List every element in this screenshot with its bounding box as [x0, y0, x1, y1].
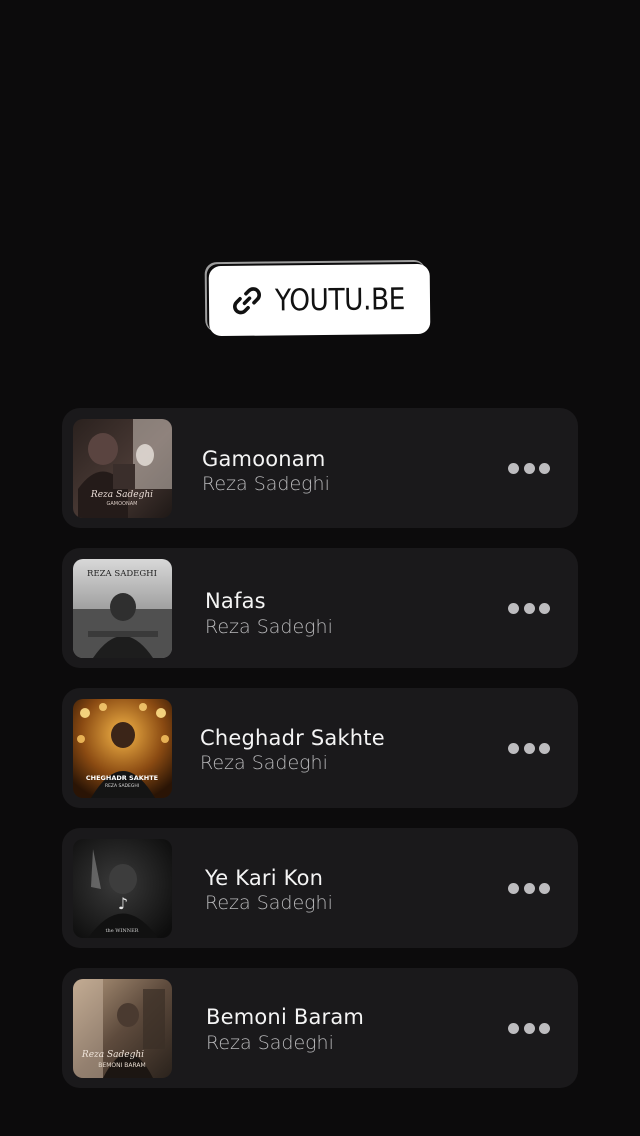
svg-text:♪: ♪: [118, 894, 128, 913]
album-cover: ♪ the WINNER: [73, 839, 172, 938]
track-artist: Reza Sadeghi: [205, 892, 333, 914]
more-dot: [523, 1022, 535, 1034]
album-cover: Reza Sadeghi BEMONI BARAM: [73, 979, 172, 1078]
more-dot: [523, 882, 535, 894]
track-title: Cheghadr Sakhte: [200, 726, 385, 750]
link-text: YOUTU.BE: [274, 281, 406, 318]
cover-text: CHEGHADR SAKHTE: [86, 774, 158, 782]
more-options-button[interactable]: [508, 736, 550, 760]
track-card-gamoonam[interactable]: Reza Sadeghi GAMOONAM Gamoonam Reza Sade…: [62, 408, 578, 528]
track-card-cheghadr-sakhte[interactable]: CHEGHADR SAKHTE REZA SADEGHI Cheghadr Sa…: [62, 688, 578, 808]
more-dot: [523, 742, 535, 754]
more-horizontal-icon: [508, 462, 519, 474]
track-title: Gamoonam: [202, 447, 326, 471]
more-dot: [539, 602, 550, 614]
track-card-bemoni-baram[interactable]: Reza Sadeghi BEMONI BARAM Bemoni Baram R…: [62, 968, 578, 1088]
track-artist: Reza Sadeghi: [202, 473, 330, 495]
track-artist: Reza Sadeghi: [205, 616, 333, 638]
more-options-button[interactable]: [508, 876, 550, 900]
more-dot: [539, 742, 550, 754]
more-horizontal-icon: [508, 882, 519, 894]
album-cover: REZA SADEGHI: [73, 559, 172, 658]
album-cover: Reza Sadeghi GAMOONAM: [73, 419, 172, 518]
track-card-nafas[interactable]: REZA SADEGHI Nafas Reza Sadeghi: [62, 548, 578, 668]
more-dot: [523, 602, 535, 614]
more-horizontal-icon: [508, 742, 519, 754]
link-icon: [229, 283, 265, 319]
cover-text: the WINNER: [105, 928, 138, 934]
track-title: Ye Kari Kon: [205, 866, 324, 890]
cover-text: REZA SADEGHI: [105, 783, 139, 789]
more-horizontal-icon: [508, 1022, 519, 1034]
track-title: Bemoni Baram: [206, 1005, 365, 1029]
more-options-button[interactable]: [508, 596, 550, 620]
track-card-ye-kari-kon[interactable]: ♪ the WINNER Ye Kari Kon Reza Sadeghi: [62, 828, 578, 948]
cover-text: BEMONI BARAM: [98, 1062, 145, 1069]
cover-text: Reza Sadeghi: [90, 490, 153, 500]
more-horizontal-icon: [508, 602, 519, 614]
track-artist: Reza Sadeghi: [200, 752, 328, 774]
link-sticker[interactable]: YOUTU.BE: [208, 263, 431, 337]
album-cover: CHEGHADR SAKHTE REZA SADEGHI: [73, 699, 172, 798]
cover-text: REZA SADEGHI: [87, 569, 157, 579]
more-dot: [523, 462, 535, 474]
cover-text: Reza Sadeghi: [81, 1050, 144, 1060]
more-dot: [539, 1022, 550, 1034]
more-dot: [539, 882, 550, 894]
track-title: Nafas: [205, 589, 266, 613]
more-options-button[interactable]: [508, 456, 550, 480]
track-artist: Reza Sadeghi: [206, 1032, 334, 1054]
more-options-button[interactable]: [508, 1016, 550, 1040]
cover-text: GAMOONAM: [107, 501, 138, 507]
more-dot: [539, 462, 550, 474]
